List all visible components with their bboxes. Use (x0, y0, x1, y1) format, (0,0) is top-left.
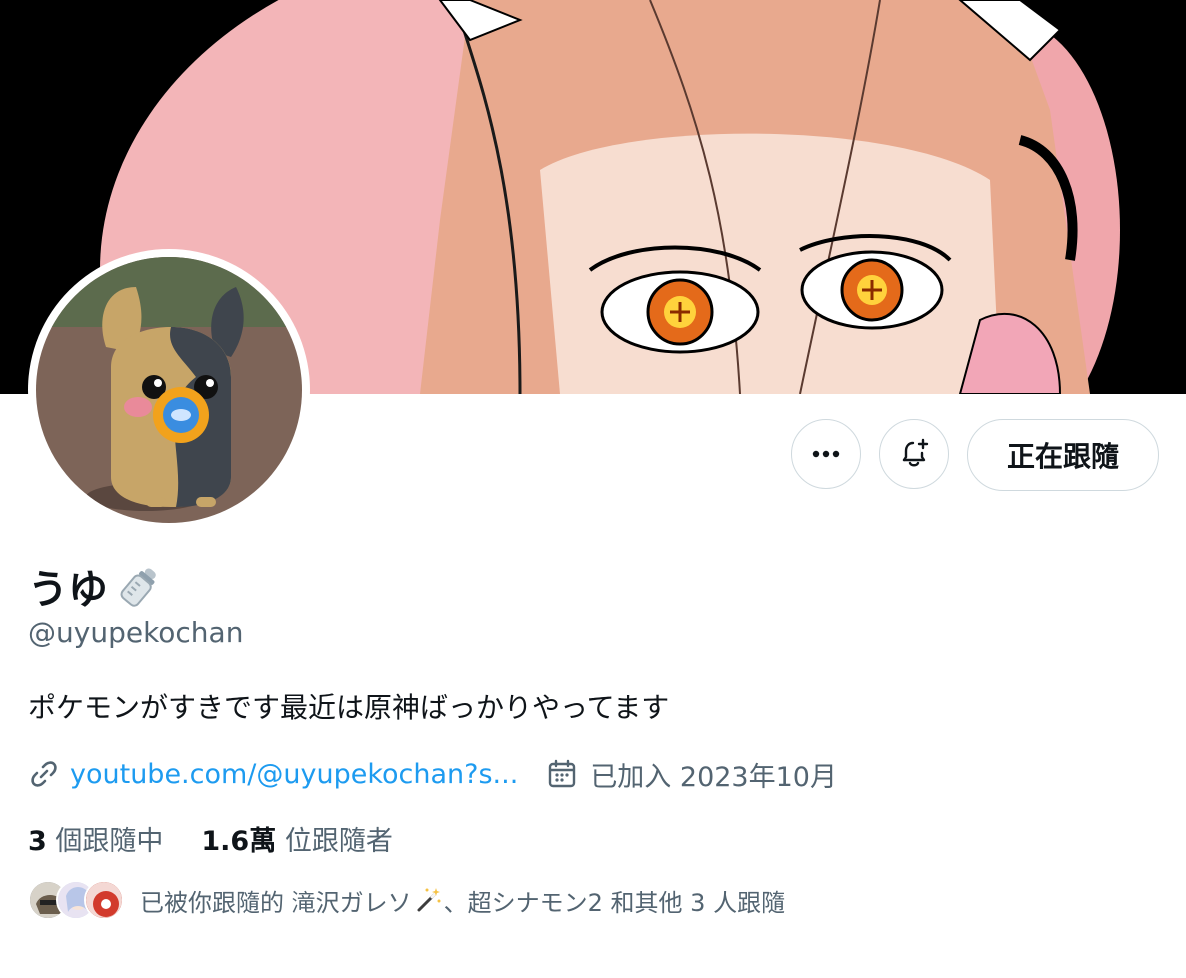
profile-avatar[interactable] (28, 249, 310, 531)
followed-by-prefix: 已被你跟隨的 滝沢ガレソ (140, 888, 412, 917)
profile-meta: youtube.com/@uyupekochan?s... 已加入 2023年1… (28, 752, 837, 796)
followers-stat[interactable]: 1.6萬 位跟隨者 (201, 819, 392, 858)
join-date: 已加入 2023年10月 (590, 761, 837, 793)
display-name-row: うゆ (28, 560, 164, 613)
following-label: 個跟隨中 (55, 825, 164, 857)
follow-stats: 3 個跟隨中 1.6萬 位跟隨者 (28, 818, 393, 858)
avatar-image (36, 257, 302, 523)
notifications-button[interactable] (879, 419, 949, 489)
display-name: うゆ (28, 567, 108, 613)
baby-bottle-icon (120, 568, 156, 607)
profile-handle: @uyupekochan (28, 616, 244, 649)
follower-avatars (28, 880, 124, 920)
calendar-icon (549, 759, 576, 788)
profile-link[interactable]: youtube.com/@uyupekochan?s... (70, 759, 518, 790)
following-stat[interactable]: 3 個跟隨中 (28, 819, 163, 858)
profile-bio: ポケモンがすきです最近は原神ばっかりやってます (28, 691, 670, 724)
link-icon (31, 761, 57, 787)
bell-plus-icon (902, 438, 929, 467)
magic-wand-icon (417, 888, 441, 912)
following-count: 3 (28, 825, 47, 857)
followed-by-suffix: 、超シナモン2 和其他 3 人跟隨 (443, 888, 786, 917)
mini-avatar (84, 880, 124, 920)
followers-count: 1.6萬 (201, 825, 277, 857)
more-icon (812, 450, 840, 458)
followed-by-row[interactable]: 已被你跟隨的 滝沢ガレソ 、超シナモン2 和其他 3 人跟隨 (28, 878, 785, 922)
followers-label: 位跟隨者 (284, 825, 393, 857)
more-button[interactable] (791, 419, 861, 489)
following-button[interactable]: 正在跟隨 (967, 419, 1159, 491)
